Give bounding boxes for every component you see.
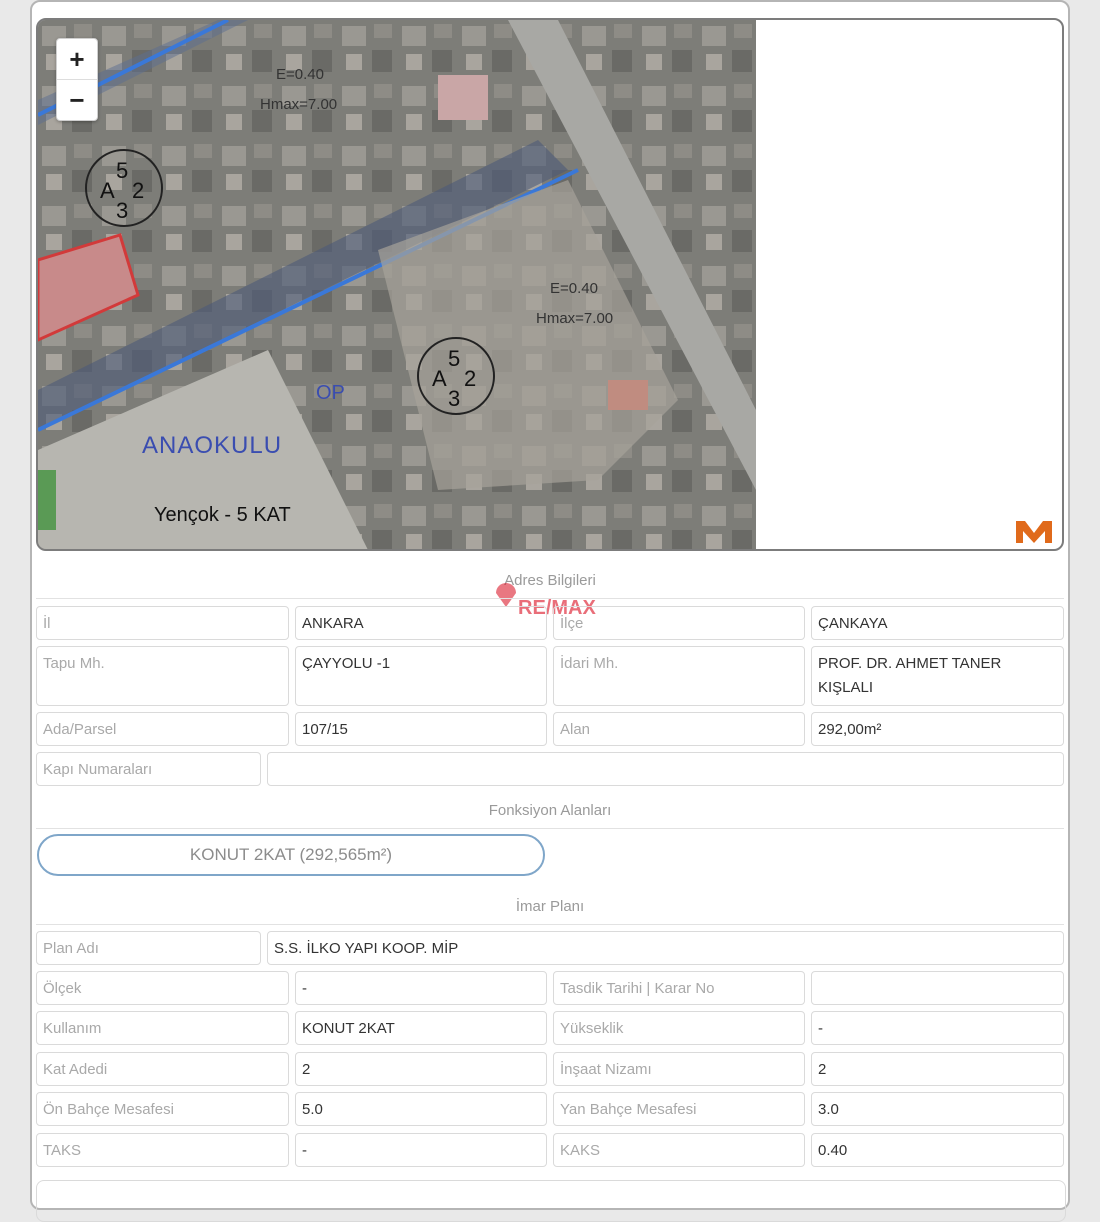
insaat-nizami-label: İnşaat Nizamı (553, 1052, 805, 1086)
provider-logo-icon (1016, 521, 1052, 543)
tapu-label: Tapu Mh. (36, 646, 289, 706)
ilce-label: İlçe (553, 606, 805, 640)
zone-label-bottom: 3 (116, 198, 129, 223)
map-label-e: E=0.40 (276, 66, 324, 83)
yan-bahce-value: 3.0 (811, 1092, 1064, 1126)
tasdik-label: Tasdik Tarihi | Karar No (553, 971, 805, 1005)
olcek-label: Ölçek (36, 971, 289, 1005)
zone-label-top: 5 (448, 346, 461, 371)
kullanim-label: Kullanım (36, 1011, 289, 1045)
kat-adedi-value: 2 (295, 1052, 547, 1086)
ada-value: 107/15 (295, 712, 547, 746)
kapi-value (267, 752, 1064, 786)
kat-adedi-label: Kat Adedi (36, 1052, 289, 1086)
yukseklik-label: Yükseklik (553, 1011, 805, 1045)
function-area-chip[interactable]: KONUT 2KAT (292,565m²) (37, 834, 545, 876)
map-label-op: OP (316, 382, 345, 404)
plan-adi-value: S.S. İLKO YAPI KOOP. MİP (267, 931, 1064, 965)
zoom-control: + − (56, 38, 98, 121)
map-label-anaokulu: ANAOKULU (142, 432, 283, 459)
map-label-hmax: Hmax=7.00 (536, 310, 614, 327)
zoning-map[interactable]: E=0.40 Hmax=7.00 E=0.40 Hmax=7.00 5 A 2 … (36, 18, 1064, 551)
next-section-card (36, 1180, 1066, 1222)
zone-label-right: 2 (132, 178, 145, 203)
section-title-plan: İmar Planı (515, 898, 585, 915)
ada-label: Ada/Parsel (36, 712, 289, 746)
il-value: ANKARA (295, 606, 547, 640)
il-label: İl (36, 606, 289, 640)
yukseklik-value: - (811, 1011, 1064, 1045)
kapi-label: Kapı Numaraları (36, 752, 261, 786)
taks-value: - (295, 1133, 547, 1167)
insaat-nizami-value: 2 (811, 1052, 1064, 1086)
divider (36, 924, 1064, 925)
satellite-map-image[interactable] (38, 20, 756, 551)
idari-label: İdari Mh. (553, 646, 805, 706)
divider (36, 828, 1064, 829)
section-title-functions: Fonksiyon Alanları (488, 802, 612, 819)
zone-label-a: A (100, 178, 115, 203)
zone-label-right: 2 (464, 366, 477, 391)
kullanim-value: KONUT 2KAT (295, 1011, 547, 1045)
zoom-in-button[interactable]: + (57, 39, 97, 79)
map-label-e: E=0.40 (550, 280, 598, 297)
alan-label: Alan (553, 712, 805, 746)
plan-adi-label: Plan Adı (36, 931, 261, 965)
zone-label-bottom: 3 (448, 386, 461, 411)
taks-label: TAKS (36, 1133, 289, 1167)
olcek-value: - (295, 971, 547, 1005)
map-label-yencok: Yençok - 5 KAT (154, 504, 291, 526)
map-label-hmax: Hmax=7.00 (260, 96, 338, 113)
zone-label-top: 5 (116, 158, 129, 183)
kaks-label: KAKS (553, 1133, 805, 1167)
kaks-value: 0.40 (811, 1133, 1064, 1167)
ilce-value: ÇANKAYA (811, 606, 1064, 640)
on-bahce-label: Ön Bahçe Mesafesi (36, 1092, 289, 1126)
zone-label-a: A (432, 366, 447, 391)
idari-value: PROF. DR. AHMET TANER KIŞLALI (811, 646, 1064, 706)
zoom-out-button[interactable]: − (57, 79, 97, 120)
tapu-value: ÇAYYOLU -1 (295, 646, 547, 706)
tasdik-value (811, 971, 1064, 1005)
yan-bahce-label: Yan Bahçe Mesafesi (553, 1092, 805, 1126)
on-bahce-value: 5.0 (295, 1092, 547, 1126)
alan-value: 292,00m² (811, 712, 1064, 746)
divider (36, 598, 1064, 599)
